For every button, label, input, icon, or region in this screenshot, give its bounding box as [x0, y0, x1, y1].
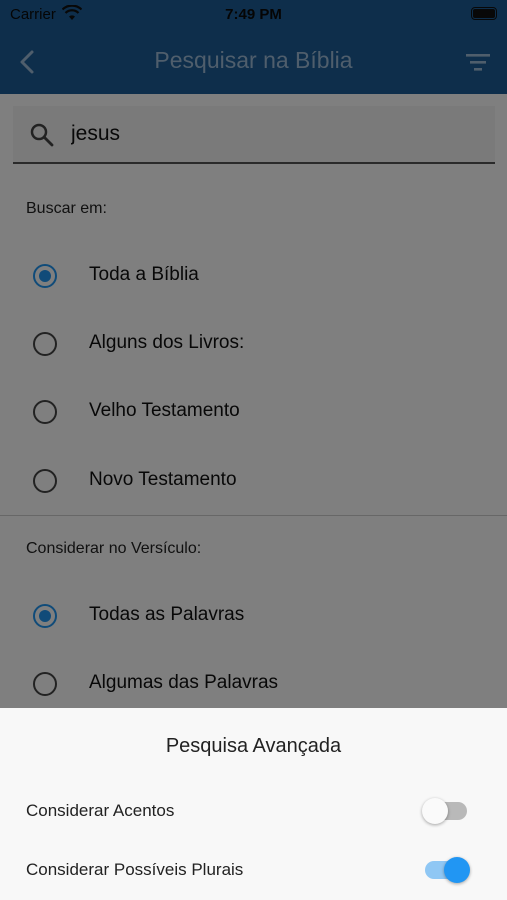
- advanced-search-sheet: Pesquisa Avançada Considerar Acentos Con…: [0, 708, 507, 900]
- switch-knob: [444, 857, 470, 883]
- toggle-label: Considerar Acentos: [26, 801, 175, 820]
- switch-knob: [422, 798, 448, 824]
- toggle-row-plurais[interactable]: Considerar Possíveis Plurais: [0, 846, 507, 896]
- plurais-switch[interactable]: [425, 857, 470, 883]
- sheet-title: Pesquisa Avançada: [165, 735, 342, 757]
- toggle-row-acentos[interactable]: Considerar Acentos: [0, 787, 507, 837]
- acentos-switch[interactable]: [422, 798, 467, 824]
- toggle-label: Considerar Possíveis Plurais: [26, 860, 244, 879]
